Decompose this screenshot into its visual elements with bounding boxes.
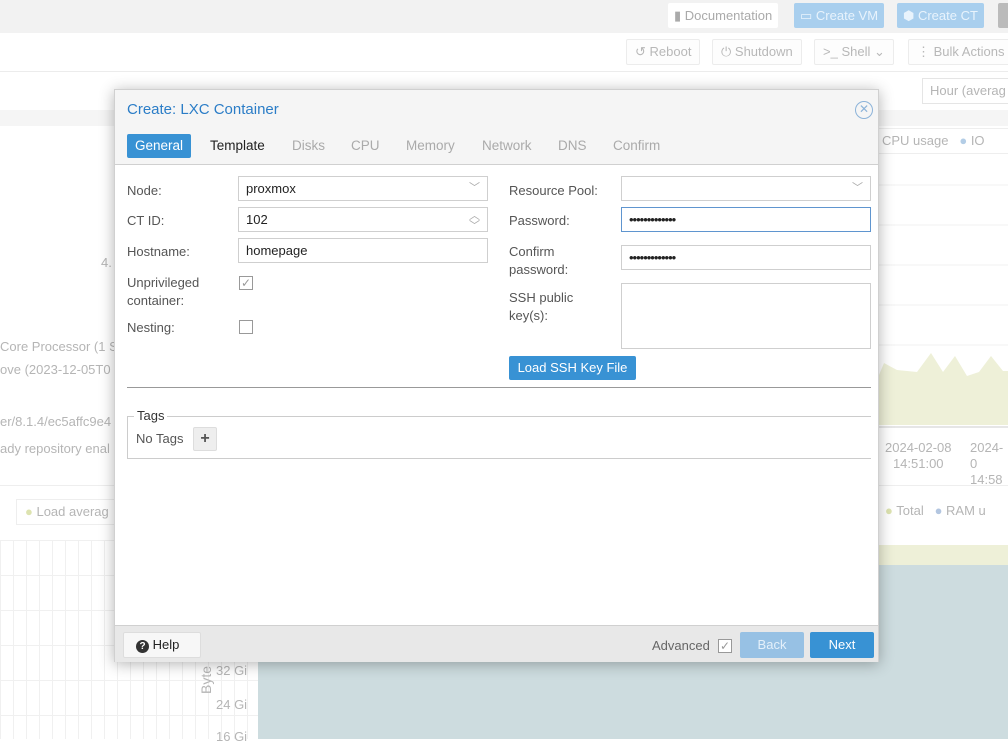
mem-ylabel: Byte xyxy=(198,665,215,695)
create-lxc-dialog: Create: LXC Container ✕ General Template… xyxy=(114,89,879,662)
dialog-body: Node: proxmox ﹀ CT ID: 102 ︿ ﹀ Hostname: ho… xyxy=(115,164,878,626)
user-button[interactable] xyxy=(998,3,1008,28)
kebab-icon: ⋮ xyxy=(917,44,934,59)
create-vm-button[interactable]: ▭ Create VM xyxy=(794,3,885,28)
unprivileged-label: Unprivileged container: xyxy=(127,275,200,308)
reboot-button[interactable]: ↺ Reboot xyxy=(626,39,701,65)
dialog-footer: ? Help Advanced ✓ Back Next xyxy=(115,626,878,662)
tab-general[interactable]: General xyxy=(127,134,192,158)
tab-confirm[interactable]: Confirm xyxy=(605,134,668,158)
question-icon: ? xyxy=(136,640,149,653)
node-toolbar: ↺ Reboot ⏻ Shutdown >_ Shell ⌄ ⋮ Bulk Ac… xyxy=(0,33,1008,72)
tab-template[interactable]: Template xyxy=(202,134,273,158)
x-tick: 2024-02-08 14:51:00 xyxy=(885,440,952,471)
ssh-key-textarea[interactable] xyxy=(621,283,871,349)
cpu-chart xyxy=(879,184,1008,428)
ssh-key-label: SSH public key(s): xyxy=(509,290,574,323)
chevron-down-icon: ﹀ xyxy=(469,182,480,194)
timeframe-select[interactable]: Hour (averag xyxy=(922,78,1008,104)
summary-text: Core Processor (1 S xyxy=(0,339,118,354)
tags-value: No Tags xyxy=(136,431,184,446)
y-tick: 16 Gi xyxy=(216,729,248,744)
password-label: Password: xyxy=(509,213,570,228)
confirm-password-label: Confirm password: xyxy=(509,244,569,277)
hostname-input[interactable]: homepage xyxy=(238,238,488,263)
ctid-label: CT ID: xyxy=(127,213,165,228)
add-tag-button[interactable]: + xyxy=(193,427,217,451)
terminal-icon: >_ xyxy=(823,44,842,59)
create-ct-button[interactable]: ⬢ Create CT xyxy=(897,3,984,28)
chevron-down-icon: ⌄ xyxy=(870,44,885,59)
confirm-password-input[interactable]: ••••••••••••• xyxy=(621,245,871,270)
documentation-button[interactable]: ▮ Documentation xyxy=(668,3,779,28)
mem-total-area xyxy=(879,545,1008,565)
unprivileged-checkbox[interactable]: ✓ xyxy=(239,276,253,290)
tab-network[interactable]: Network xyxy=(474,134,540,158)
node-label: Node: xyxy=(127,183,162,198)
summary-text: ove (2023-12-05T0 xyxy=(0,362,111,377)
shutdown-button[interactable]: ⏻ Shutdown xyxy=(712,39,802,65)
tab-memory[interactable]: Memory xyxy=(398,134,463,158)
load-ssh-key-button[interactable]: Load SSH Key File xyxy=(509,356,636,380)
load-legend[interactable]: ● Load averag xyxy=(16,499,126,525)
resource-pool-select[interactable]: ﹀ xyxy=(621,176,871,201)
cpu-area xyxy=(879,353,1008,425)
close-icon[interactable]: ✕ xyxy=(855,101,873,119)
reboot-icon: ↺ xyxy=(635,44,650,59)
cube-icon: ⬢ xyxy=(903,8,918,23)
ctid-spinner[interactable]: 102 ︿ ﹀ xyxy=(238,207,488,232)
chevron-down-icon: ﹀ xyxy=(852,182,863,194)
tab-cpu[interactable]: CPU xyxy=(343,134,388,158)
book-icon: ▮ xyxy=(674,8,685,23)
advanced-checkbox[interactable]: ✓ xyxy=(718,639,732,653)
tags-fieldset: Tags No Tags + xyxy=(127,408,871,459)
help-button[interactable]: ? Help xyxy=(123,632,201,658)
next-button[interactable]: Next xyxy=(810,632,874,658)
back-button[interactable]: Back xyxy=(740,632,804,658)
spinner-arrows-icon: ︿ ﹀ xyxy=(469,210,480,232)
divider xyxy=(127,387,871,388)
legend-dot-icon: ● xyxy=(934,503,943,518)
top-bar: ▮ Documentation ▭ Create VM ⬢ Create CT xyxy=(0,0,1008,33)
password-input[interactable]: ••••••••••••• xyxy=(621,207,871,232)
nesting-label: Nesting: xyxy=(127,320,175,335)
y-tick: 32 Gi xyxy=(216,663,248,678)
mem-legend: ● Total ● RAM u xyxy=(885,503,986,518)
summary-text: 4. xyxy=(101,255,112,270)
summary-text: er/8.1.4/ec5affc9e4 xyxy=(0,414,112,429)
dialog-title: Create: LXC Container xyxy=(127,101,279,118)
bulk-actions-button[interactable]: ⋮ Bulk Actions xyxy=(908,39,1008,65)
hostname-label: Hostname: xyxy=(127,244,190,259)
legend-dot-icon: ● xyxy=(25,504,37,519)
tab-dns[interactable]: DNS xyxy=(550,134,595,158)
legend-dot-icon: ● xyxy=(959,133,968,148)
y-tick: 24 Gi xyxy=(216,697,248,712)
plus-icon: + xyxy=(200,430,210,447)
cpu-legend: CPU usage ● IO xyxy=(876,128,1008,154)
pool-label: Resource Pool: xyxy=(509,183,598,198)
power-icon: ⏻ xyxy=(721,44,735,59)
nesting-checkbox[interactable] xyxy=(239,320,253,334)
advanced-label: Advanced xyxy=(652,638,710,653)
node-select[interactable]: proxmox ﹀ xyxy=(238,176,488,201)
monitor-icon: ▭ xyxy=(800,8,816,23)
x-tick: 2024-0 14:58 xyxy=(970,440,1004,487)
tab-disks[interactable]: Disks xyxy=(284,134,333,158)
summary-text: ady repository enal xyxy=(0,441,110,456)
legend-dot-icon: ● xyxy=(885,503,893,518)
shell-button[interactable]: >_ Shell ⌄ xyxy=(814,39,894,65)
tags-legend: Tags xyxy=(134,408,168,423)
